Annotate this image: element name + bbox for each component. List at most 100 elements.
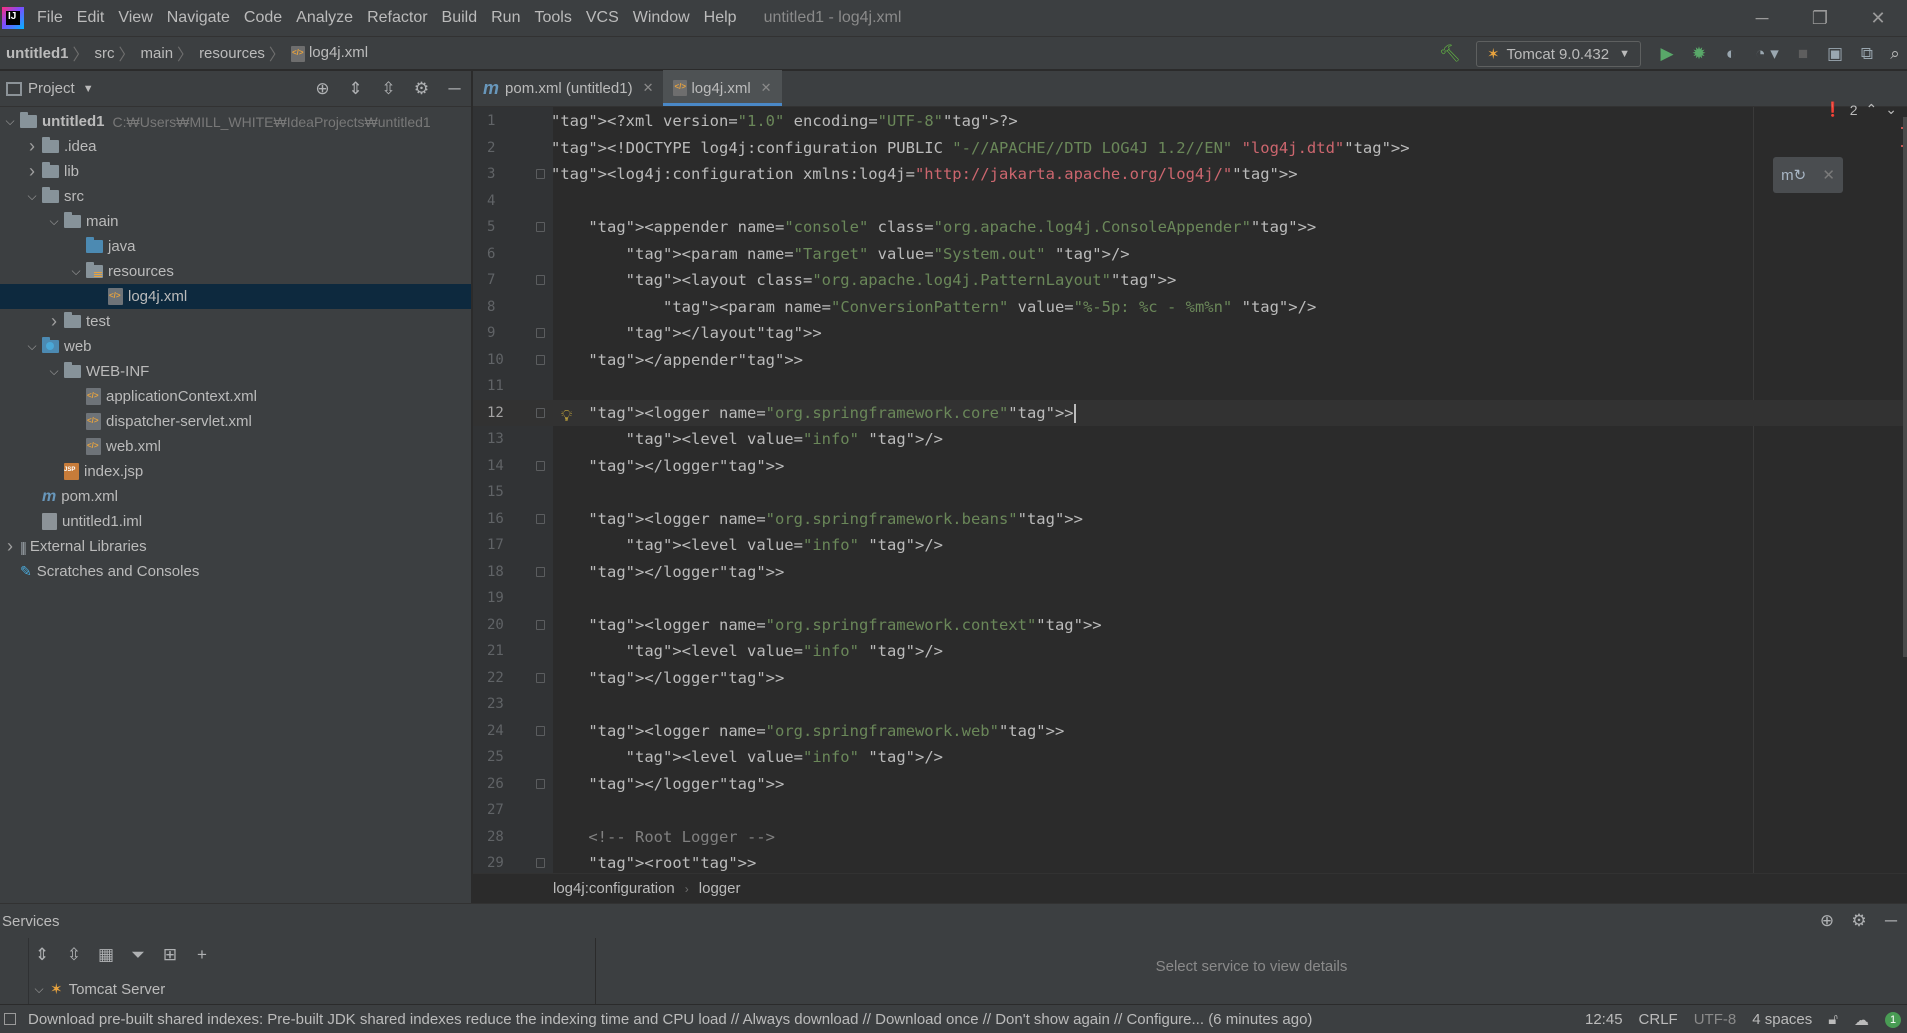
- tree-item[interactable]: log4j.xml: [0, 284, 471, 309]
- tree-item[interactable]: untitled1.iml: [0, 509, 471, 534]
- tree-item[interactable]: ⌵ src: [0, 184, 471, 209]
- debug-icon[interactable]: ✹: [1683, 37, 1715, 71]
- editor-breadcrumb-item[interactable]: logger: [699, 880, 741, 897]
- hide-panel-icon[interactable]: ─: [1875, 911, 1907, 931]
- code-line[interactable]: 23: [473, 691, 1907, 717]
- presentation-icon[interactable]: ⧉: [1851, 37, 1883, 71]
- fold-marker-icon[interactable]: [536, 619, 545, 630]
- menu-build[interactable]: Build: [435, 0, 485, 36]
- toggle-tool-windows-icon[interactable]: [4, 1013, 16, 1025]
- maven-reload-icon[interactable]: m↻: [1781, 166, 1806, 184]
- chevron-down-icon[interactable]: ⌵: [44, 364, 64, 379]
- tree-item[interactable]: ⌵ resources: [0, 259, 471, 284]
- tree-item[interactable]: ⌵ main: [0, 209, 471, 234]
- profile-icon[interactable]: ◔ ▾: [1747, 37, 1787, 71]
- fold-marker-icon[interactable]: [536, 725, 545, 736]
- code-line[interactable]: 27: [473, 797, 1907, 823]
- hide-panel-icon[interactable]: ─: [438, 79, 471, 99]
- code-line[interactable]: 28 <!-- Root Logger -->: [473, 824, 1907, 850]
- code-line[interactable]: 29 "tag"><root"tag">>: [473, 850, 1907, 873]
- tree-item[interactable]: › lib: [0, 159, 471, 184]
- code-line[interactable]: 11: [473, 373, 1907, 399]
- collapse-all-icon[interactable]: ⇳: [372, 79, 405, 99]
- code-line[interactable]: 6 "tag"><param name="Target" value="Syst…: [473, 241, 1907, 267]
- breadcrumb-project[interactable]: untitled1: [0, 45, 73, 62]
- breadcrumb-main[interactable]: main: [135, 45, 178, 62]
- menu-window[interactable]: Window: [626, 0, 697, 36]
- editor-scrollbar[interactable]: [1903, 117, 1907, 657]
- fold-marker-icon[interactable]: [536, 778, 545, 789]
- restore-button[interactable]: ❐: [1791, 0, 1849, 36]
- menu-refactor[interactable]: Refactor: [360, 0, 434, 36]
- chevron-down-icon[interactable]: ⌵: [0, 114, 20, 129]
- line-separator[interactable]: CRLF: [1639, 1011, 1678, 1028]
- project-structure-icon[interactable]: ▣: [1819, 37, 1851, 71]
- code-line[interactable]: 13 "tag"><level value="info" "tag">/>: [473, 426, 1907, 452]
- crosshair-icon[interactable]: ⊕: [1811, 911, 1843, 931]
- chevron-right-icon[interactable]: ›: [22, 161, 42, 182]
- code-line[interactable]: 14 "tag"></logger"tag">>: [473, 453, 1907, 479]
- notification-badge[interactable]: 1: [1885, 1011, 1901, 1028]
- menu-tools[interactable]: Tools: [527, 0, 578, 36]
- caret-position[interactable]: 12:45: [1585, 1011, 1623, 1028]
- locate-file-icon[interactable]: ⊕: [306, 79, 339, 99]
- code-editor[interactable]: 1 "tag"><?xml version="1.0" encoding="UTF…: [473, 107, 1907, 873]
- code-line[interactable]: 4: [473, 188, 1907, 214]
- expand-all-icon[interactable]: ⇕: [28, 945, 56, 965]
- tree-item[interactable]: applicationContext.xml: [0, 384, 471, 409]
- tree-item[interactable]: java: [0, 234, 471, 259]
- code-line[interactable]: 21 "tag"><level value="info" "tag">/>: [473, 638, 1907, 664]
- code-line[interactable]: 25 "tag"><level value="info" "tag">/>: [473, 744, 1907, 770]
- event-log-icon[interactable]: ☁: [1854, 1011, 1869, 1029]
- tree-item[interactable]: index.jsp: [0, 459, 471, 484]
- menu-navigate[interactable]: Navigate: [160, 0, 237, 36]
- breadcrumb-file[interactable]: log4j.xml: [285, 44, 372, 62]
- add-service-icon[interactable]: +: [188, 945, 216, 965]
- close-icon[interactable]: ✕: [1822, 166, 1835, 184]
- status-message[interactable]: Download pre-built shared indexes: Pre-b…: [28, 1011, 1312, 1028]
- fold-marker-icon[interactable]: [536, 328, 545, 338]
- coverage-icon[interactable]: ◐: [1715, 37, 1747, 71]
- file-encoding[interactable]: UTF-8: [1694, 1011, 1737, 1028]
- gear-icon[interactable]: ⚙: [1843, 911, 1875, 931]
- tree-item[interactable]: web.xml: [0, 434, 471, 459]
- menu-file[interactable]: File: [30, 0, 70, 36]
- chevron-right-icon[interactable]: ›: [44, 311, 64, 332]
- search-icon[interactable]: ⌕: [1883, 37, 1907, 71]
- editor-breadcrumb-item[interactable]: log4j:configuration: [553, 880, 675, 897]
- close-icon[interactable]: ✕: [643, 80, 654, 96]
- menu-view[interactable]: View: [111, 0, 159, 36]
- code-line[interactable]: 26 "tag"></logger"tag">>: [473, 771, 1907, 797]
- tree-item[interactable]: › test: [0, 309, 471, 334]
- chevron-down-icon[interactable]: ▼: [83, 83, 94, 95]
- error-stripe[interactable]: [1901, 107, 1907, 807]
- services-splitter[interactable]: [595, 938, 596, 1012]
- code-line[interactable]: 7 "tag"><layout class="org.apache.log4j.…: [473, 267, 1907, 293]
- code-line[interactable]: 9 "tag"></layout"tag">>: [473, 320, 1907, 346]
- code-line[interactable]: 1 "tag"><?xml version="1.0" encoding="UTF…: [473, 108, 1907, 134]
- stop-icon[interactable]: ■: [1787, 37, 1819, 71]
- tree-item[interactable]: › .idea: [0, 134, 471, 159]
- close-icon[interactable]: ✕: [761, 80, 772, 96]
- tree-item[interactable]: › ||| External Libraries: [0, 534, 471, 559]
- code-line[interactable]: 16 "tag"><logger name="org.springframewo…: [473, 506, 1907, 532]
- fold-marker-icon[interactable]: [536, 513, 545, 524]
- code-line[interactable]: 24 "tag"><logger name="org.springframewo…: [473, 718, 1907, 744]
- filter-icon[interactable]: ⏷: [124, 945, 152, 965]
- code-line[interactable]: 5 "tag"><appender name="console" class="…: [473, 214, 1907, 240]
- menu-code[interactable]: Code: [237, 0, 289, 36]
- chevron-right-icon[interactable]: ›: [22, 136, 42, 157]
- code-line[interactable]: 19: [473, 585, 1907, 611]
- fold-marker-icon[interactable]: [536, 566, 545, 577]
- code-line[interactable]: 17 "tag"><level value="info" "tag">/>: [473, 532, 1907, 558]
- new-tab-icon[interactable]: ⊞: [156, 945, 184, 965]
- chevron-right-icon[interactable]: ›: [0, 536, 20, 557]
- menu-run[interactable]: Run: [484, 0, 527, 36]
- fold-marker-icon[interactable]: [536, 407, 545, 418]
- minimize-button[interactable]: ─: [1733, 0, 1791, 36]
- tree-item[interactable]: ⌵ web: [0, 334, 471, 359]
- menu-help[interactable]: Help: [697, 0, 744, 36]
- code-line[interactable]: 8 "tag"><param name="ConversionPattern" …: [473, 294, 1907, 320]
- code-line[interactable]: 10 "tag"></appender"tag">>: [473, 347, 1907, 373]
- menu-vcs[interactable]: VCS: [579, 0, 626, 36]
